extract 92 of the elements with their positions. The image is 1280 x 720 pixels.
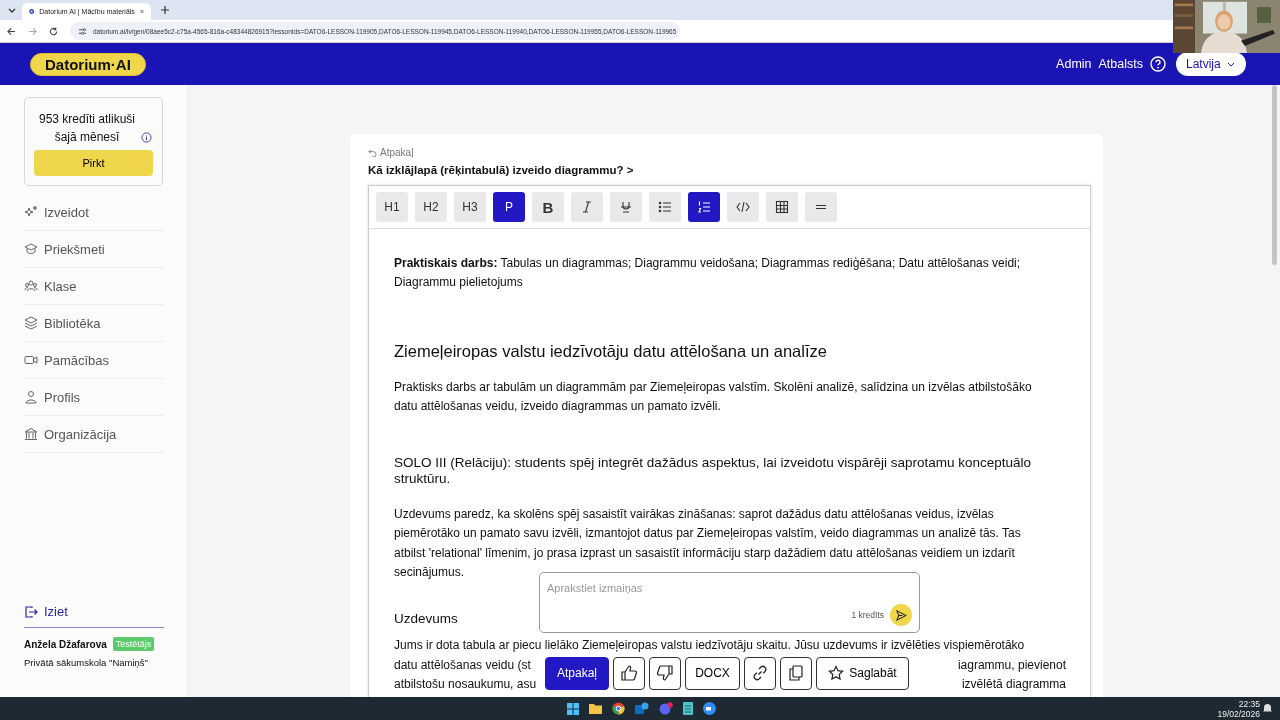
- star-icon: [828, 665, 845, 681]
- sidebar-item[interactable]: Profils: [24, 379, 164, 416]
- sidebar-item[interactable]: Organizācija: [24, 416, 164, 453]
- heading: SOLO III (Relāciju): students spēj integrēt dažādus aspektus, lai izveidotu vispārēji saprotamu konceptuālo struktūru.: [394, 455, 1033, 488]
- heading: Ziemeļeiropas valstu iedzīvotāju datu attēlošana un analīze: [394, 341, 828, 361]
- code-button[interactable]: [727, 192, 759, 222]
- header-link[interactable]: Atbalsts: [1098, 57, 1143, 71]
- layers-icon: [24, 316, 38, 330]
- clock-date: 19/02/2026: [1217, 708, 1260, 719]
- format-button[interactable]: H1: [376, 192, 408, 222]
- group-icon: [24, 279, 38, 293]
- chat-icon[interactable]: [659, 702, 673, 715]
- mail-icon[interactable]: [635, 702, 649, 715]
- undo-icon: [368, 148, 377, 157]
- logout-link[interactable]: Iziet: [24, 604, 164, 628]
- start-icon[interactable]: [567, 702, 579, 715]
- sidebar-item[interactable]: Bibliotēka: [24, 305, 164, 342]
- copy-icon: [787, 664, 805, 682]
- paragraph-line: iagrammu, pievienot: [957, 656, 1066, 674]
- format-button[interactable]: H2: [415, 192, 447, 222]
- clock-time: 22:35: [1238, 698, 1260, 709]
- back-icon[interactable]: [7, 26, 16, 36]
- notification-icon[interactable]: [1263, 703, 1272, 713]
- bullets-button[interactable]: [649, 192, 681, 222]
- back-button[interactable]: Atpakaļ: [545, 656, 609, 690]
- rule-button[interactable]: [805, 192, 837, 222]
- sparkle-icon: [24, 205, 38, 219]
- new-tab-icon[interactable]: [161, 6, 169, 14]
- close-icon[interactable]: [139, 8, 144, 15]
- info-icon[interactable]: [141, 132, 152, 143]
- numbers-button[interactable]: [688, 192, 720, 222]
- italic-button[interactable]: [571, 192, 603, 222]
- caret-icon: [1226, 61, 1235, 67]
- send-button[interactable]: [890, 604, 912, 626]
- paragraph-line: izvēlētā diagramma: [961, 675, 1066, 693]
- site-settings-icon[interactable]: [78, 26, 87, 36]
- numbered-list-icon: [697, 200, 711, 214]
- link-button[interactable]: [744, 656, 776, 690]
- back-link[interactable]: Atpakaļ: [368, 147, 1091, 158]
- role-badge: Testētājs: [112, 637, 155, 651]
- table-button[interactable]: [766, 192, 798, 222]
- save-button[interactable]: Saglabāt: [816, 656, 909, 690]
- paragraph-line: datu attēlošanas veidu (st: [394, 656, 531, 674]
- dislike-button[interactable]: [649, 656, 681, 690]
- credits-text: 953 kredīti atlikuši šajā mēnesī: [37, 111, 136, 146]
- user-name: Anžela Džafarova: [24, 638, 107, 650]
- language-select[interactable]: Latvija: [1176, 52, 1246, 76]
- send-icon: [895, 609, 907, 621]
- format-button[interactable]: P: [493, 192, 525, 222]
- scrollbar[interactable]: [1272, 85, 1277, 265]
- paragraph: Uzdevums paredz, ka skolēns spēj sasaistīt vairākas zināšanas: saprot dažādus datu attēlošanas veidus, izvēlas piemērotāko un pamato savu izvēli, izmantojot datus par Ziemeļeiropas valstīm, veido diagrammas un analizē tās. Tas atbilst 'relational' līmenim, jo prasa izprast un sasaistīt informāciju starp dažādiem datu attēlošanas veidiem un izdarīt secinājumus.: [394, 506, 1022, 582]
- link-icon: [751, 664, 769, 682]
- school-name: Privātā sākumskola "Namiņš": [24, 657, 149, 668]
- paragraph-line: Jums ir dota tabula ar piecu lielāko Ziemeļeiropas valstu iedzīvotāju skaitu. Jūsu uzdevums ir izvēlēties vispiemērotāko: [394, 637, 1025, 655]
- strike-button[interactable]: [610, 192, 642, 222]
- paragraph: Praktiskais darbs: Tabulas un diagrammas; Diagrammu veidošana; Diagrammas rediģēšana; Datu attēlošanas veidi; Diagrammu pielietojums: [394, 255, 1022, 292]
- sidebar-item[interactable]: Priekšmeti: [24, 231, 164, 268]
- reload-icon[interactable]: [49, 26, 58, 36]
- browser-icon[interactable]: [612, 702, 625, 715]
- building-icon: [24, 427, 38, 441]
- heading: Uzdevums: [394, 611, 458, 627]
- site-icon: [29, 7, 35, 16]
- help-icon[interactable]: [1150, 56, 1166, 72]
- buy-button[interactable]: Pirkt: [34, 150, 153, 176]
- bullet-list-icon: [658, 200, 672, 214]
- paragraph-line: atbilstošu nosaukumu, asu: [394, 675, 537, 693]
- tab-list-icon[interactable]: [8, 7, 16, 13]
- strikethrough-icon: [619, 200, 633, 214]
- logo[interactable]: Datorium·AI: [30, 52, 146, 76]
- breadcrumb-link[interactable]: Kā izklājlapā (rēķintabulā) izveido diagrammu? >: [368, 164, 1091, 176]
- paragraph: Praktisks darbs ar tabulām un diagrammām par Ziemeļeiropas valstīm. Skolēni analizē, salīdzina un izvēlas atbilstošāko datu attēlošanas veidu, izveido diagrammas un pamato izvēli.: [394, 378, 1033, 415]
- table-icon: [775, 200, 789, 214]
- thumbs-down-icon: [656, 664, 674, 682]
- cost-label: 1 kredīts: [851, 610, 884, 620]
- sidebar-item[interactable]: Izveidot: [24, 194, 164, 231]
- video-call-icon[interactable]: [703, 702, 716, 715]
- graduation-cap-icon: [24, 242, 38, 256]
- like-button[interactable]: [613, 656, 645, 690]
- folder-icon[interactable]: [589, 703, 602, 714]
- bold-button[interactable]: B: [532, 192, 564, 222]
- header-link[interactable]: Admin: [1056, 57, 1092, 71]
- italic-icon: [580, 200, 594, 214]
- video-camera-icon: [24, 353, 38, 367]
- download-button[interactable]: DOCX: [685, 656, 740, 690]
- person-icon: [24, 390, 38, 404]
- code-icon: [736, 200, 750, 214]
- format-button[interactable]: H3: [454, 192, 486, 222]
- sidebar-item[interactable]: Pamācības: [24, 342, 164, 379]
- thumbs-up-icon: [620, 664, 638, 682]
- sidebar-item[interactable]: Klase: [24, 268, 164, 305]
- copy-button[interactable]: [780, 656, 812, 690]
- logout-icon: [24, 604, 38, 619]
